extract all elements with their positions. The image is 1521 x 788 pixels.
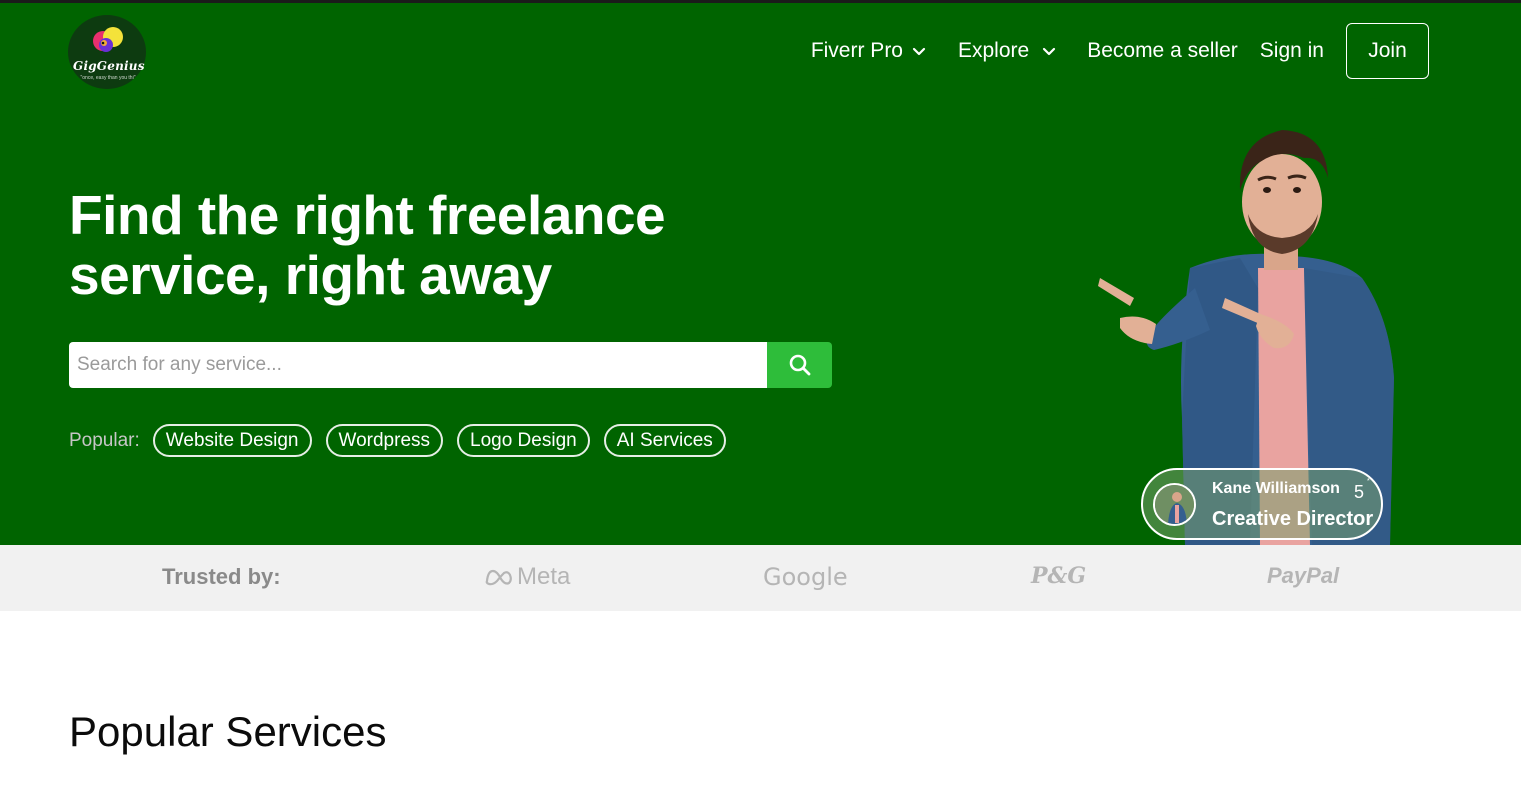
meta-logo-icon bbox=[485, 569, 512, 586]
search-bar bbox=[69, 342, 832, 388]
nav-fiverr-pro-label: Fiverr Pro bbox=[810, 39, 903, 62]
profile-role: Creative Director bbox=[1212, 508, 1374, 530]
hero-headline-line2: service, right away bbox=[69, 244, 552, 306]
popular-services-title: Popular Services bbox=[69, 708, 387, 755]
join-button[interactable]: Join bbox=[1346, 23, 1429, 79]
search-icon bbox=[789, 354, 810, 376]
search-button[interactable] bbox=[767, 342, 832, 388]
profile-card[interactable]: Kane Williamson 5 * Creative Director bbox=[1141, 468, 1383, 540]
profile-rating: 5 bbox=[1354, 482, 1365, 502]
popular-label: Popular: bbox=[69, 429, 140, 451]
trusted-by-label: Trusted by: bbox=[162, 564, 281, 589]
nav-explore[interactable]: Explore bbox=[958, 39, 1057, 63]
profile-name: Kane Williamson bbox=[1212, 480, 1340, 497]
popular-tag[interactable]: Logo Design bbox=[457, 424, 590, 457]
chevron-down-icon bbox=[912, 47, 926, 56]
person-avatar-icon bbox=[1155, 485, 1194, 524]
nav-become-seller[interactable]: Become a seller bbox=[1087, 39, 1238, 63]
chevron-down-icon bbox=[1043, 47, 1056, 56]
brand-logo-paypal: PayPal bbox=[1267, 563, 1340, 588]
logo-text: GigGenius bbox=[73, 59, 145, 73]
hero-headline-line1: Find the right freelance bbox=[69, 184, 666, 246]
brand-logo-meta: Meta bbox=[484, 563, 570, 591]
star-icon: * bbox=[1367, 478, 1370, 485]
brand-logo-google: Google bbox=[763, 563, 848, 591]
avatar bbox=[1153, 483, 1196, 526]
hero-section: GigGenius "once, easy than you thi" Five… bbox=[0, 3, 1521, 545]
popular-tag[interactable]: AI Services bbox=[603, 424, 726, 457]
main-nav: Fiverr Pro Explore Become a seller Sign … bbox=[811, 23, 1429, 79]
search-input[interactable] bbox=[69, 342, 767, 388]
popular-tags: Popular: Website Design Wordpress Logo D… bbox=[69, 424, 740, 457]
nav-sign-in[interactable]: Sign in bbox=[1260, 39, 1324, 63]
trusted-by-bar: Trusted by: Meta Google P&G PayPal bbox=[0, 545, 1521, 611]
popular-tag[interactable]: Website Design bbox=[152, 424, 312, 457]
brand-logo-pg: P&G bbox=[1031, 563, 1087, 589]
nav-fiverr-pro[interactable]: Fiverr Pro bbox=[811, 39, 927, 63]
logo-tagline: "once, easy than you thi" bbox=[80, 75, 136, 81]
logo[interactable]: GigGenius "once, easy than you thi" bbox=[68, 15, 146, 89]
hero-headline: Find the right freelance service, right … bbox=[69, 185, 829, 305]
nav-explore-label: Explore bbox=[958, 39, 1030, 62]
popular-tag[interactable]: Wordpress bbox=[325, 424, 444, 457]
brand-meta-label: Meta bbox=[517, 563, 571, 590]
